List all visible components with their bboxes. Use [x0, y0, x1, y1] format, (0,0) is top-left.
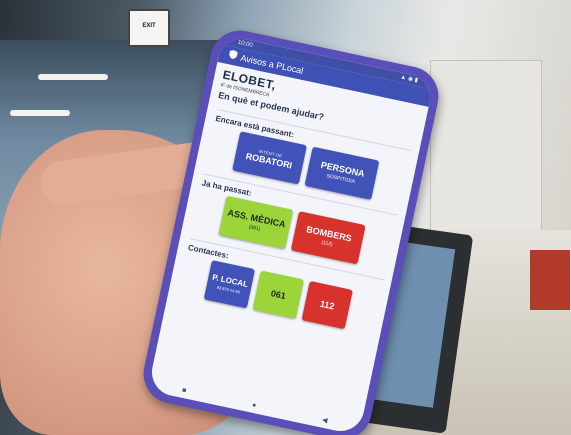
exit-sign-text: EXIT	[142, 23, 156, 29]
app-content: ELOBET, IF de ISONEMBRECA En què et pode…	[168, 62, 429, 341]
shield-icon	[227, 46, 239, 65]
recent-apps-icon[interactable]: ■	[181, 386, 187, 394]
tile-sub-label: (061)	[248, 224, 261, 233]
call-112-button[interactable]: 112	[301, 280, 353, 330]
photo-background: EXIT 10:00 ▲ ◉ ▮ Avisos a PLocal ELOBET,…	[0, 0, 571, 435]
ceiling-light	[38, 74, 108, 80]
local-police-contact-button[interactable]: P. LOCAL 93 870 24 99	[203, 260, 256, 309]
tile-main-label: 112	[319, 298, 336, 312]
tile-main-label: 061	[269, 288, 287, 302]
ceiling-light	[10, 110, 70, 116]
tile-sub-label: (112)	[320, 239, 334, 248]
call-061-button[interactable]: 061	[252, 270, 304, 319]
back-icon[interactable]: ◀	[321, 416, 328, 425]
shop-shelf	[430, 60, 542, 242]
red-product-box	[530, 250, 570, 310]
status-time: 10:00	[237, 39, 254, 49]
home-icon[interactable]: ●	[251, 401, 257, 409]
exit-sign: EXIT	[128, 9, 170, 47]
